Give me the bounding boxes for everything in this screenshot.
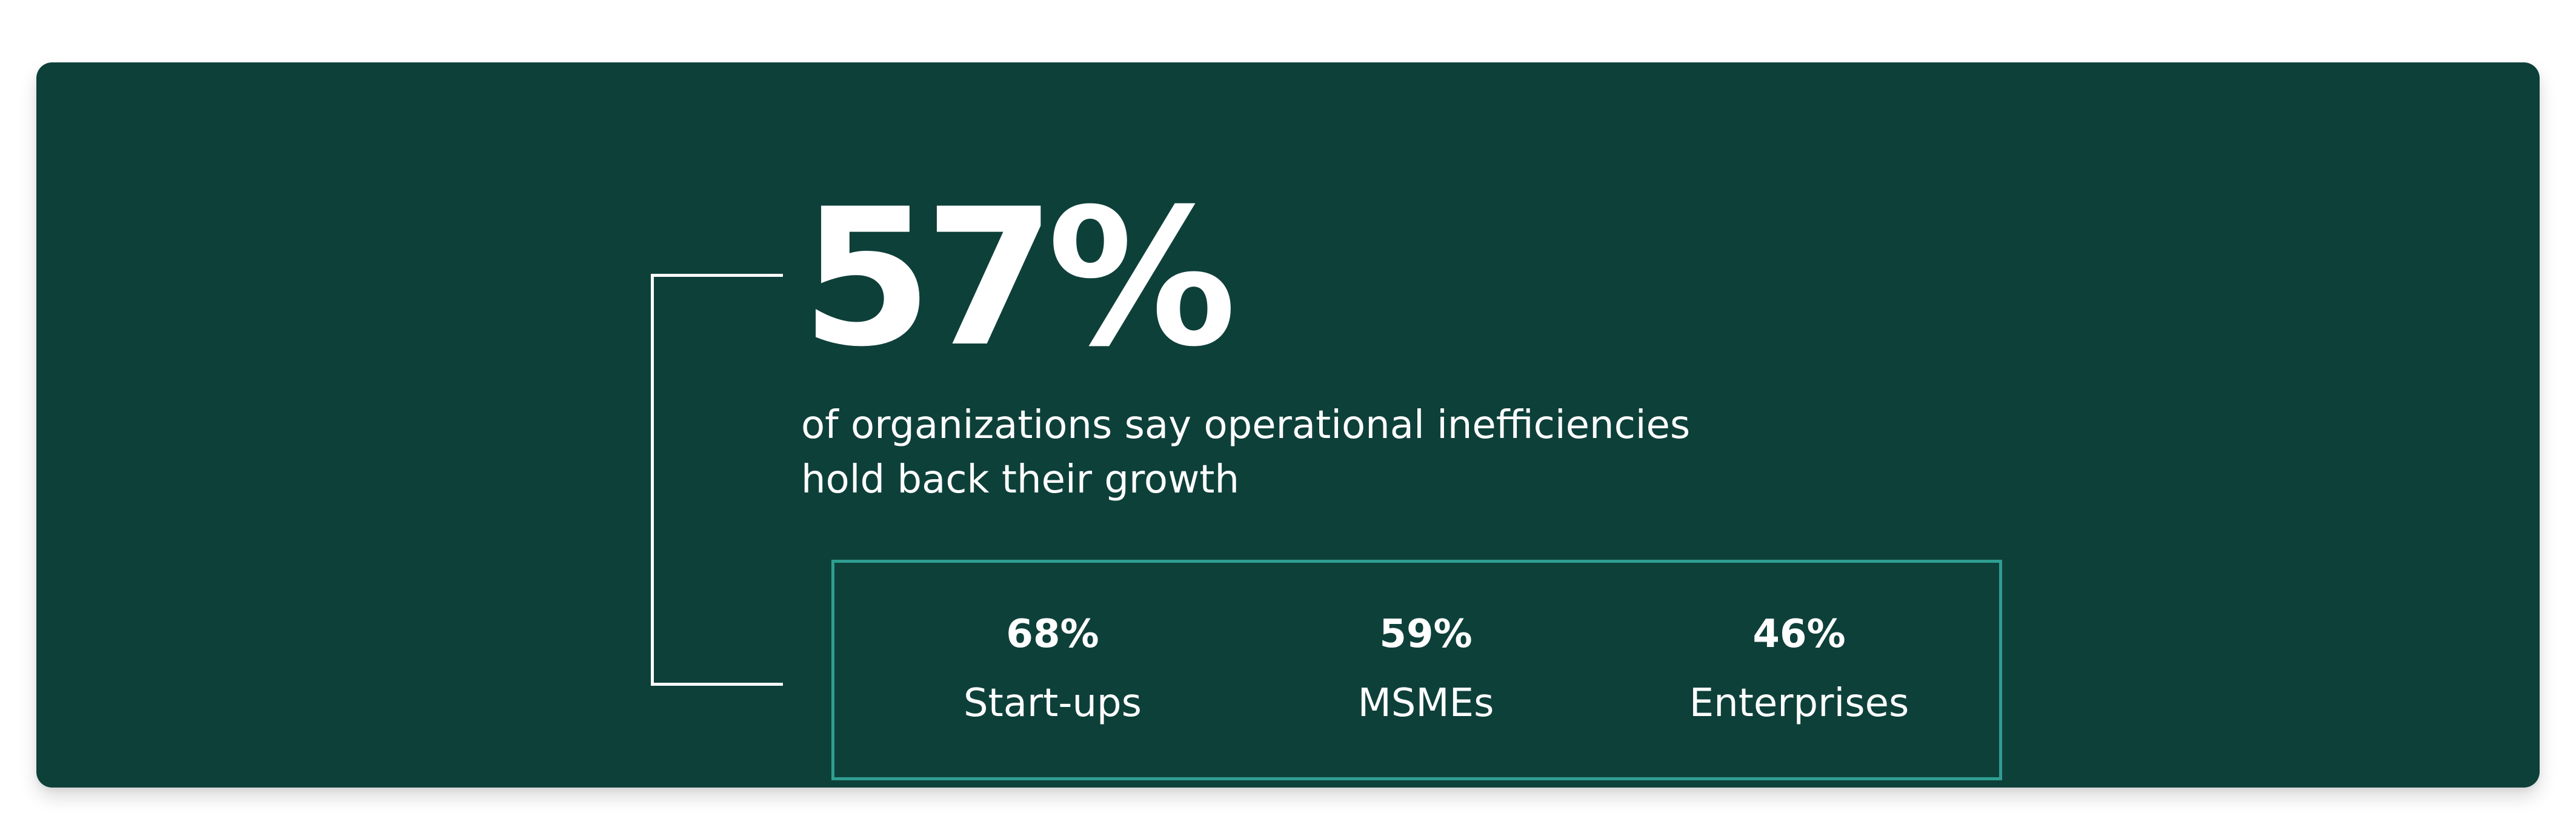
stat-label: Start-ups bbox=[964, 681, 1142, 726]
bracket-vertical-line bbox=[651, 274, 654, 686]
stat-value: 46% bbox=[1752, 612, 1846, 657]
bracket-bottom-line bbox=[651, 683, 783, 686]
stat-value: 59% bbox=[1379, 612, 1473, 657]
headline-percentage: 57% bbox=[801, 168, 1237, 388]
description-line-2: hold back their growth bbox=[801, 457, 1240, 502]
breakdown-box: 68% Start-ups 59% MSMEs 46% Enterprises bbox=[831, 560, 2002, 780]
bracket-top-line bbox=[651, 274, 783, 277]
stat-label: MSMEs bbox=[1357, 681, 1494, 726]
description-line-1: of organizations say operational ineffic… bbox=[801, 403, 1691, 448]
stat-card: 57% of organizations say operational ine… bbox=[36, 62, 2540, 788]
stat-label: Enterprises bbox=[1689, 681, 1909, 726]
stat-value: 68% bbox=[1006, 612, 1099, 657]
headline-description: of organizations say operational ineffic… bbox=[801, 398, 1831, 507]
